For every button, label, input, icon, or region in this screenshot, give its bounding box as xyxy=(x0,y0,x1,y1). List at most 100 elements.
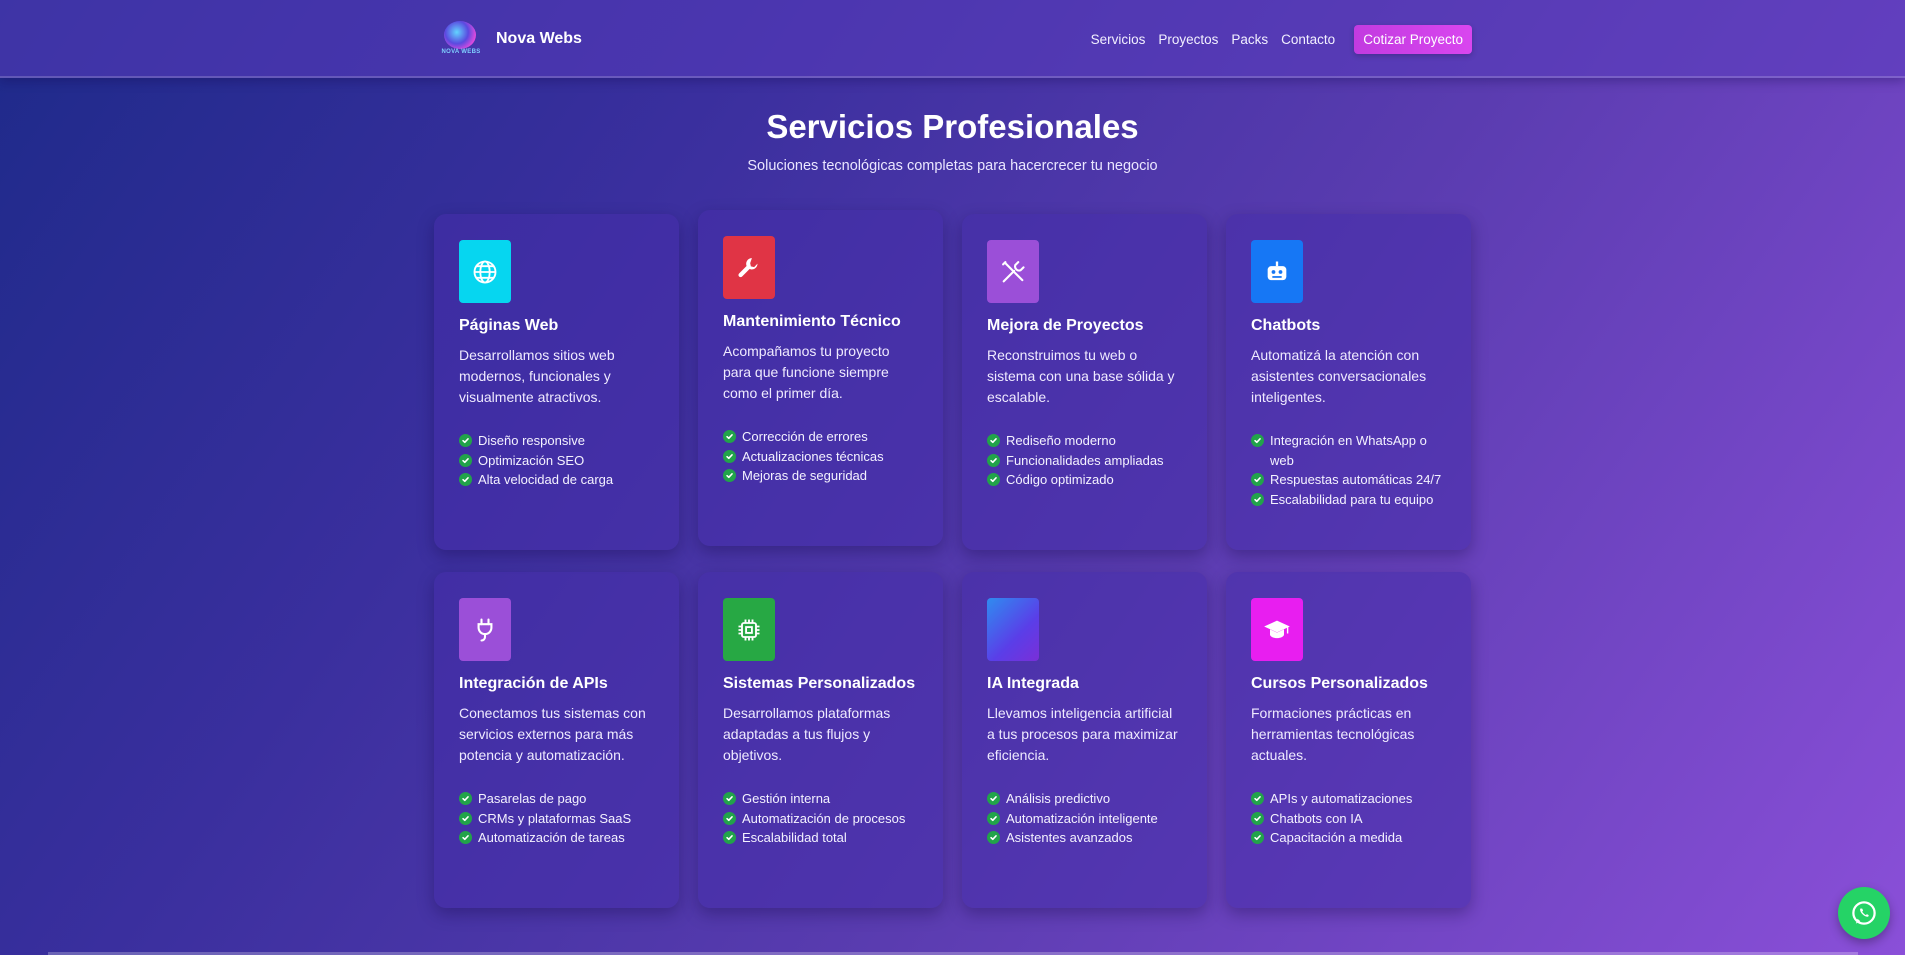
service-title: IA Integrada xyxy=(987,675,1079,692)
feature-text: Código optimizado xyxy=(1006,472,1114,487)
feature-item: Diseño responsive xyxy=(459,431,654,451)
service-title: Mantenimiento Técnico xyxy=(723,313,901,330)
check-circle-icon xyxy=(987,473,1000,486)
service-description: Conectamos tus sistemas con servicios ex… xyxy=(459,705,646,763)
check-circle-icon xyxy=(1251,434,1264,447)
feature-item: Automatización de procesos xyxy=(723,809,918,829)
service-title: Páginas Web xyxy=(459,317,559,334)
tools-icon xyxy=(999,258,1027,286)
check-circle-icon xyxy=(723,792,736,805)
feature-text: APIs y automatizaciones xyxy=(1270,791,1413,806)
service-icon-box xyxy=(1251,240,1303,303)
whatsapp-icon xyxy=(1852,901,1876,925)
check-circle-icon xyxy=(459,434,472,447)
check-circle-icon xyxy=(1251,473,1264,486)
feature-item: Mejoras de seguridad xyxy=(723,466,918,486)
service-icon-box xyxy=(987,598,1039,661)
feature-text: Automatización de procesos xyxy=(742,810,906,826)
feature-list: Integración en WhatsApp o web Respuestas … xyxy=(1251,431,1446,509)
logo-text: NOVA WEBS xyxy=(441,49,481,55)
service-description: Desarrollamos plataformas adaptadas a tu… xyxy=(723,705,891,763)
section-subtitle: Soluciones tecnológicas completas para h… xyxy=(747,158,1158,174)
check-circle-icon xyxy=(723,449,736,463)
service-card[interactable]: IA Integrada Llevamos inteligencia artifi… xyxy=(962,572,1207,908)
feature-text: Chatbots con IA xyxy=(1270,810,1363,826)
feature-item: Corrección de errores xyxy=(723,427,918,447)
feature-item: Capacitación a medida xyxy=(1251,828,1446,848)
feature-text: Respuestas automáticas 24/7 xyxy=(1270,472,1442,487)
check-circle-icon xyxy=(987,792,1000,805)
cpu-icon xyxy=(735,616,763,644)
feature-item: Código optimizado xyxy=(987,470,1182,490)
service-card[interactable]: Sistemas Personalizados Desarrollamos pla… xyxy=(698,572,943,908)
service-card[interactable]: Páginas Web Desarrollamos sitios web mode… xyxy=(434,214,679,550)
feature-item: Respuestas automáticas 24/7 xyxy=(1251,470,1446,490)
plug-icon xyxy=(471,616,499,644)
check-circle-icon xyxy=(987,811,1000,825)
check-circle-icon xyxy=(723,469,736,482)
navbar-inner: NOVA WEBS Nova Webs Servicios Proyectos … xyxy=(440,0,1472,78)
service-icon-box xyxy=(1251,598,1303,661)
check-circle-icon xyxy=(723,430,736,443)
nav-links: Servicios Proyectos Packs Contacto Cotiz… xyxy=(1091,24,1472,54)
feature-item: APIs y automatizaciones xyxy=(1251,789,1446,809)
feature-list: Diseño responsive Optimización SEO Alta ve… xyxy=(459,431,654,490)
navbar: NOVA WEBS Nova Webs Servicios Proyectos … xyxy=(0,0,1905,78)
service-title: Chatbots xyxy=(1251,317,1321,334)
service-icon-box xyxy=(723,598,775,661)
service-card[interactable]: Cursos Personalizados Formaciones práctic… xyxy=(1226,572,1471,908)
feature-item: Escalabilidad para tu equipo xyxy=(1251,490,1446,510)
service-icon-box xyxy=(987,240,1039,303)
feature-text: Mejoras de seguridad xyxy=(742,468,868,483)
feature-item: Optimización SEO xyxy=(459,451,654,471)
nav-link-contacto[interactable]: Contacto xyxy=(1281,32,1335,47)
logo-orb xyxy=(444,21,476,49)
service-icon-box xyxy=(459,598,511,661)
feature-list: Corrección de errores Actualizaciones téc… xyxy=(723,427,918,486)
brand[interactable]: NOVA WEBS Nova Webs xyxy=(440,19,582,59)
service-card[interactable]: Mantenimiento Técnico Acompañamos tu proy… xyxy=(698,210,943,546)
feature-text: Diseño responsive xyxy=(478,433,585,448)
feature-text: Análisis predictivo xyxy=(1006,791,1111,806)
service-card[interactable]: Chatbots Automatizá la atención con asist… xyxy=(1226,214,1471,550)
service-card[interactable]: Integración de APIs Conectamos tus sistem… xyxy=(434,572,679,908)
logo[interactable]: NOVA WEBS xyxy=(440,19,482,59)
feature-item: CRMs y plataformas SaaS xyxy=(459,809,654,829)
feature-text: Integración en WhatsApp o web xyxy=(1270,433,1427,468)
service-icon-box xyxy=(459,240,511,303)
feature-text: Gestión interna xyxy=(742,791,831,806)
globe-icon xyxy=(471,258,499,286)
feature-item: Rediseño moderno xyxy=(987,431,1182,451)
feature-item: Análisis predictivo xyxy=(987,789,1182,809)
feature-item: Funcionalidades ampliadas xyxy=(987,451,1182,471)
nav-link-proyectos[interactable]: Proyectos xyxy=(1158,32,1218,47)
nav-link-servicios[interactable]: Servicios xyxy=(1091,32,1146,47)
service-description: Llevamos inteligencia artificial a tus p… xyxy=(987,705,1178,763)
service-description: Reconstruimos tu web o sistema con una b… xyxy=(987,347,1175,405)
check-circle-icon xyxy=(459,831,472,844)
feature-item: Chatbots con IA xyxy=(1251,809,1446,829)
check-circle-icon xyxy=(459,453,472,467)
section-title: Servicios Profesionales xyxy=(766,108,1139,145)
brand-name[interactable]: Nova Webs xyxy=(496,30,582,48)
check-circle-icon xyxy=(1251,811,1264,825)
check-circle-icon xyxy=(1251,492,1264,506)
service-description: Acompañamos tu proyecto para que funcion… xyxy=(723,343,890,401)
cotizar-proyecto-button[interactable]: Cotizar Proyecto xyxy=(1354,24,1472,54)
feature-text: Automatización de tareas xyxy=(478,830,625,845)
service-card[interactable]: Mejora de Proyectos Reconstruimos tu web … xyxy=(962,214,1207,550)
feature-text: Optimización SEO xyxy=(478,452,585,468)
check-circle-icon xyxy=(1251,792,1264,805)
feature-list: Análisis predictivo Automatización inteli… xyxy=(987,789,1182,848)
service-description: Formaciones prácticas en herramientas te… xyxy=(1251,705,1415,763)
feature-list: Rediseño moderno Funcionalidades ampliada… xyxy=(987,431,1182,490)
nav-link-packs[interactable]: Packs xyxy=(1231,32,1268,47)
check-circle-icon xyxy=(459,792,472,805)
feature-text: Actualizaciones técnicas xyxy=(742,448,884,464)
service-description: Automatizá la atención con asistentes co… xyxy=(1251,347,1427,405)
whatsapp-button[interactable] xyxy=(1838,887,1890,939)
service-title: Cursos Personalizados xyxy=(1251,675,1428,692)
service-title: Integración de APIs xyxy=(459,675,608,692)
feature-item: Integración en WhatsApp o web xyxy=(1251,431,1446,470)
check-circle-icon xyxy=(987,434,1000,447)
